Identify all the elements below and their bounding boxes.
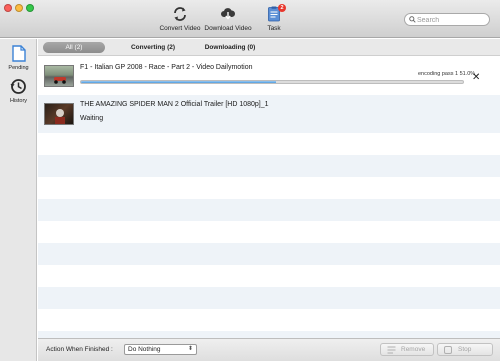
tab-downloading[interactable]: Downloading (0) xyxy=(188,42,272,53)
remove-button-label: Remove xyxy=(401,346,426,353)
convert-icon xyxy=(174,7,186,21)
action-when-finished-select[interactable]: Do Nothing ⬍ xyxy=(124,344,197,355)
task-title: F1 - Italian GP 2008 - Race - Part 2 - V… xyxy=(80,64,253,71)
document-icon xyxy=(11,45,26,62)
empty-row xyxy=(38,221,500,243)
empty-row xyxy=(38,199,500,221)
progress-bar xyxy=(80,80,464,84)
sidebar-item-label: Pending xyxy=(8,65,29,71)
convert-video-button[interactable]: Convert Video xyxy=(155,6,205,36)
convert-video-label: Convert Video xyxy=(159,25,201,32)
stop-button-label: Stop xyxy=(458,346,472,353)
progress-bar-fill xyxy=(81,81,276,83)
tab-all[interactable]: All (2) xyxy=(43,42,105,53)
remove-list-icon xyxy=(387,346,396,354)
empty-row xyxy=(38,287,500,309)
download-video-button[interactable]: Download Video xyxy=(203,6,253,36)
empty-row xyxy=(38,243,500,265)
action-select-value: Do Nothing xyxy=(128,346,161,353)
empty-row xyxy=(38,133,500,155)
empty-row xyxy=(38,265,500,287)
empty-row xyxy=(38,331,500,338)
task-status: Waiting xyxy=(80,115,104,122)
spiderman-thumbnail xyxy=(44,103,74,125)
task-list: F1 - Italian GP 2008 - Race - Part 2 - V… xyxy=(38,57,500,338)
stop-icon xyxy=(444,346,452,354)
minimize-window-button[interactable] xyxy=(15,4,23,12)
empty-row xyxy=(38,309,500,331)
tab-converting[interactable]: Converting (2) xyxy=(118,42,188,53)
window-toolbar: Convert Video Download Video 2 Task xyxy=(0,0,500,38)
race-car-thumbnail xyxy=(44,65,74,87)
empty-row xyxy=(38,155,500,177)
stop-button[interactable]: Stop xyxy=(437,343,493,356)
chevron-updown-icon: ⬍ xyxy=(187,346,193,352)
task-row[interactable]: THE AMAZING SPIDER MAN 2 Official Traile… xyxy=(38,95,500,133)
remove-task-button[interactable]: ✕ xyxy=(472,73,480,83)
cloud-download-icon xyxy=(221,8,236,20)
action-when-finished-label: Action When Finished : xyxy=(46,346,113,353)
task-label: Task xyxy=(267,25,281,32)
task-title: THE AMAZING SPIDER MAN 2 Official Traile… xyxy=(80,101,269,108)
task-count-badge: 2 xyxy=(278,4,286,12)
search-input[interactable] xyxy=(417,15,487,25)
task-status: encoding pass 1 51.0% xyxy=(418,71,476,77)
remove-button[interactable]: Remove xyxy=(380,343,434,356)
close-window-button[interactable] xyxy=(4,4,12,12)
download-video-label: Download Video xyxy=(204,25,252,32)
footer-bar: Action When Finished : Do Nothing ⬍ Remo… xyxy=(38,338,500,361)
sidebar-item-label: History xyxy=(9,98,28,104)
search-icon xyxy=(409,16,416,23)
search-field[interactable] xyxy=(404,13,490,26)
maximize-window-button[interactable] xyxy=(26,4,34,12)
sidebar-item-history[interactable]: History xyxy=(0,78,37,104)
sidebar: Pending History xyxy=(0,39,37,361)
task-button[interactable]: 2 Task xyxy=(249,4,299,36)
filter-tabs: All (2) Converting (2) Downloading (0) xyxy=(38,39,500,56)
history-clock-icon xyxy=(10,79,26,94)
task-row[interactable]: F1 - Italian GP 2008 - Race - Part 2 - V… xyxy=(38,57,500,95)
empty-row xyxy=(38,177,500,199)
sidebar-item-pending[interactable]: Pending xyxy=(0,45,37,71)
